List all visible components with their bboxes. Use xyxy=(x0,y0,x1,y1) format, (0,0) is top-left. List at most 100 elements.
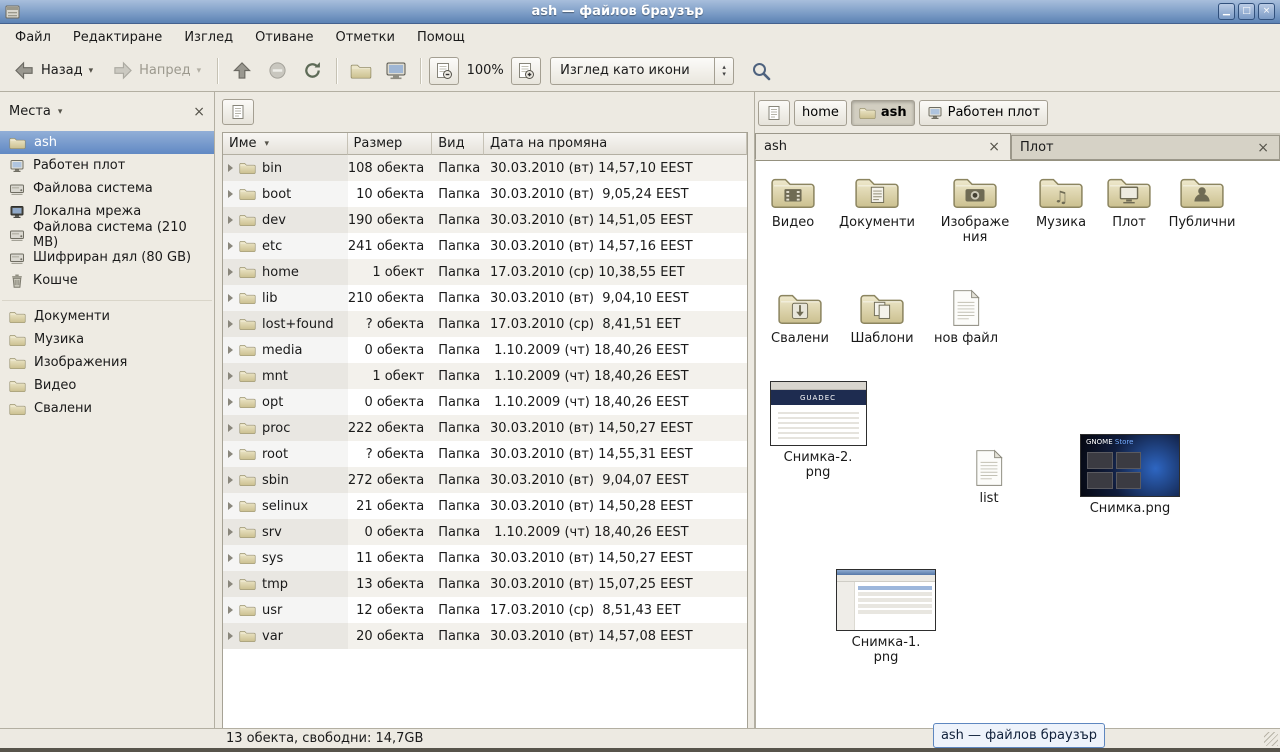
reload-button[interactable] xyxy=(296,56,328,86)
sidebar-item-music[interactable]: Музика xyxy=(0,328,214,351)
file-row-lib[interactable]: lib 210 обекта Папка 30.03.2010 (вт) 9,0… xyxy=(223,285,747,311)
file-row-dev[interactable]: dev 190 обекта Папка 30.03.2010 (вт) 14,… xyxy=(223,207,747,233)
icon-item-list[interactable]: list xyxy=(929,449,1049,506)
file-row-etc[interactable]: etc 241 обекта Папка 30.03.2010 (вт) 14,… xyxy=(223,233,747,259)
expander-icon[interactable] xyxy=(228,528,233,536)
file-row-srv[interactable]: srv 0 обекта Папка 1.10.2009 (чт) 18,40,… xyxy=(223,519,747,545)
sidebar-item-filesystem[interactable]: Файлова система xyxy=(0,177,214,200)
sidebar-close-icon[interactable]: × xyxy=(193,104,205,120)
menu-edit[interactable]: Редактиране xyxy=(62,26,173,49)
search-button[interactable] xyxy=(745,56,777,86)
file-row-var[interactable]: var 20 обекта Папка 30.03.2010 (вт) 14,5… xyxy=(223,623,747,649)
file-row-selinux[interactable]: selinux 21 обекта Папка 30.03.2010 (вт) … xyxy=(223,493,747,519)
computer-button[interactable] xyxy=(380,56,412,86)
maximize-button[interactable]: □ xyxy=(1238,3,1255,20)
icon-item-snimka[interactable]: GNOME StoreСнимка.png xyxy=(1070,434,1190,516)
file-row-home[interactable]: home 1 обект Папка 17.03.2010 (ср) 10,38… xyxy=(223,259,747,285)
sidebar-item-trash[interactable]: Кошче xyxy=(0,269,214,292)
sidebar-item-desktop[interactable]: Работен плот xyxy=(0,154,214,177)
path-button-root[interactable] xyxy=(222,99,254,125)
file-row-media[interactable]: media 0 обекта Папка 1.10.2009 (чт) 18,4… xyxy=(223,337,747,363)
sidebar-item-videos[interactable]: Видео xyxy=(0,374,214,397)
menu-view[interactable]: Изглед xyxy=(173,26,244,49)
path-button-root[interactable] xyxy=(758,100,790,126)
file-row-bin[interactable]: bin 108 обекта Папка 30.03.2010 (вт) 14,… xyxy=(223,155,747,181)
file-row-sys[interactable]: sys 11 обекта Папка 30.03.2010 (вт) 14,5… xyxy=(223,545,747,571)
path-button-home[interactable]: home xyxy=(794,100,847,126)
tab-ash[interactable]: ash× xyxy=(755,133,1011,160)
expander-icon[interactable] xyxy=(228,268,233,276)
column-header-3[interactable]: Дата на промяна xyxy=(484,133,747,155)
menu-bookmarks[interactable]: Отметки xyxy=(324,26,405,49)
combo-arrows-icon[interactable]: ▴▾ xyxy=(714,58,733,84)
icon-item-public[interactable]: Публични xyxy=(1142,173,1262,230)
path-button-desktop[interactable]: Работен плот xyxy=(919,100,1048,126)
home-folder-button[interactable] xyxy=(345,56,377,86)
column-header-2[interactable]: Вид xyxy=(432,133,484,155)
sidebar-item-label: Локална мрежа xyxy=(33,204,141,219)
expander-icon[interactable] xyxy=(228,164,233,172)
menu-file[interactable]: Файл xyxy=(4,26,62,49)
column-header-0[interactable]: Име▾ xyxy=(223,133,348,155)
expander-icon[interactable] xyxy=(228,372,233,380)
expander-icon[interactable] xyxy=(228,216,233,224)
file-row-usr[interactable]: usr 12 обекта Папка 17.03.2010 (ср) 8,51… xyxy=(223,597,747,623)
tab-close-icon[interactable]: × xyxy=(1255,140,1271,156)
zoom-out-button[interactable] xyxy=(429,57,459,85)
view-mode-select[interactable]: Изглед като икони ▴▾ xyxy=(550,57,734,85)
expander-icon[interactable] xyxy=(228,242,233,250)
expander-icon[interactable] xyxy=(228,398,233,406)
expander-icon[interactable] xyxy=(228,294,233,302)
file-row-mnt[interactable]: mnt 1 обект Папка 1.10.2009 (чт) 18,40,2… xyxy=(223,363,747,389)
file-row-opt[interactable]: opt 0 обекта Папка 1.10.2009 (чт) 18,40,… xyxy=(223,389,747,415)
sidebar-item-filesystem-210[interactable]: Файлова система (210 MB) xyxy=(0,223,214,246)
sidebar-item-documents[interactable]: Документи xyxy=(0,305,214,328)
expander-icon[interactable] xyxy=(228,190,233,198)
minimize-button[interactable]: ▁ xyxy=(1218,3,1235,20)
expander-icon[interactable] xyxy=(228,606,233,614)
stop-button[interactable] xyxy=(261,56,293,86)
forward-dropdown-icon[interactable]: ▾ xyxy=(197,66,202,76)
column-header-1[interactable]: Размер xyxy=(348,133,433,155)
path-button-ash[interactable]: ash xyxy=(851,100,915,126)
expander-icon[interactable] xyxy=(228,476,233,484)
sidebar-item-ash[interactable]: ash xyxy=(0,131,214,154)
menu-help[interactable]: Помощ xyxy=(406,26,476,49)
sidebar-item-pictures[interactable]: Изображения xyxy=(0,351,214,374)
file-row-tmp[interactable]: tmp 13 обекта Папка 30.03.2010 (вт) 15,0… xyxy=(223,571,747,597)
file-row-proc[interactable]: proc 222 обекта Папка 30.03.2010 (вт) 14… xyxy=(223,415,747,441)
up-button[interactable] xyxy=(226,56,258,86)
file-type: Папка xyxy=(432,259,484,285)
resize-grip[interactable] xyxy=(1264,732,1278,746)
sidebar-item-encrypted-80[interactable]: Шифриран дял (80 GB) xyxy=(0,246,214,269)
places-selector[interactable]: Места ▾ xyxy=(9,104,62,119)
forward-button[interactable]: Напред ▾ xyxy=(104,57,209,84)
titlebar[interactable]: ash — файлов браузър ▁ □ × xyxy=(0,0,1280,24)
file-row-sbin[interactable]: sbin 272 обекта Папка 30.03.2010 (вт) 9,… xyxy=(223,467,747,493)
back-dropdown-icon[interactable]: ▾ xyxy=(89,66,94,76)
expander-icon[interactable] xyxy=(228,320,233,328)
taskbar-window-button[interactable]: ash — файлов браузър xyxy=(933,723,1105,748)
icon-item-new-file[interactable]: нов файл xyxy=(906,289,1026,346)
close-button[interactable]: × xyxy=(1258,3,1275,20)
menu-go[interactable]: Отиване xyxy=(244,26,324,49)
expander-icon[interactable] xyxy=(228,502,233,510)
icon-view[interactable]: ВидеоДокументиИзображения♫МузикаПлотПубл… xyxy=(755,160,1280,728)
expander-icon[interactable] xyxy=(228,424,233,432)
file-date: 30.03.2010 (вт) 15,07,25 EEST xyxy=(484,571,747,597)
expander-icon[interactable] xyxy=(228,554,233,562)
file-row-lost+found[interactable]: lost+found ? обекта Папка 17.03.2010 (ср… xyxy=(223,311,747,337)
expander-icon[interactable] xyxy=(228,450,233,458)
file-row-root[interactable]: root ? обекта Папка 30.03.2010 (вт) 14,5… xyxy=(223,441,747,467)
icon-item-snimka-1[interactable]: Снимка-1.png xyxy=(826,569,946,665)
expander-icon[interactable] xyxy=(228,580,233,588)
tab-close-icon[interactable]: × xyxy=(986,139,1002,155)
tab-plot[interactable]: Плот× xyxy=(1011,135,1280,160)
icon-item-snimka-2[interactable]: GUADECСнимка-2.png xyxy=(758,381,878,480)
expander-icon[interactable] xyxy=(228,346,233,354)
sidebar-item-downloads[interactable]: Свалени xyxy=(0,397,214,420)
back-button[interactable]: Назад ▾ xyxy=(6,57,101,84)
file-row-boot[interactable]: boot 10 обекта Папка 30.03.2010 (вт) 9,0… xyxy=(223,181,747,207)
zoom-in-button[interactable] xyxy=(511,57,541,85)
expander-icon[interactable] xyxy=(228,632,233,640)
